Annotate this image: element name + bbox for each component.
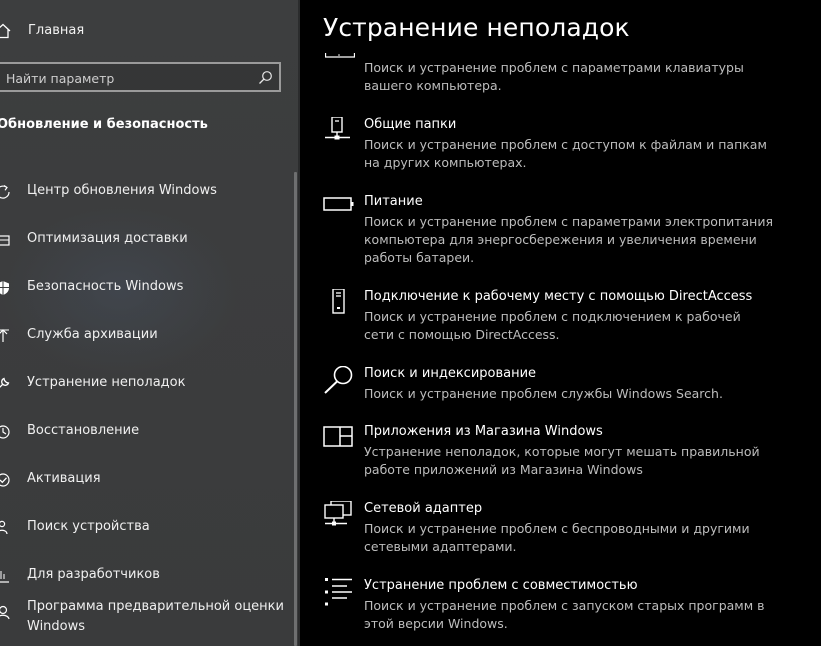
sidebar-item-label: Программа предварительной оценки Windows — [27, 599, 284, 634]
sidebar-item-label: Устранение неполадок — [27, 375, 186, 390]
search-icon[interactable] — [258, 70, 273, 85]
search-icon — [323, 366, 355, 398]
troubleshooter-title: Общие папки — [364, 117, 457, 132]
troubleshooter-power[interactable]: Питание Поиск и устранение проблем с пар… — [300, 194, 821, 268]
keyboard-troubleshooter-description: Поиск и устранение проблем с параметрами… — [364, 60, 744, 93]
troubleshooter-search-indexing[interactable]: Поиск и индексирование Поиск и устранени… — [300, 366, 821, 406]
shield-icon — [0, 279, 12, 297]
troubleshooter-description: Поиск и устранение проблем с доступом к … — [364, 137, 767, 170]
delivery-optimization-icon — [0, 231, 12, 249]
sidebar-item-label: Безопасность Windows — [27, 279, 184, 294]
sidebar-item-delivery-optimization[interactable]: Оптимизация доставки — [0, 219, 290, 259]
troubleshooter-title: Питание — [364, 194, 423, 209]
settings-search-box[interactable] — [0, 62, 281, 92]
sidebar: Главная Обновление и безопасность Центр … — [0, 0, 300, 646]
battery-icon — [323, 194, 355, 226]
sidebar-item-label: Поиск устройства — [27, 519, 150, 534]
insider-icon — [0, 603, 12, 621]
sidebar-item-label: Активация — [27, 471, 101, 486]
developer-icon — [0, 567, 12, 585]
sidebar-item-windows-security[interactable]: Безопасность Windows — [0, 267, 290, 307]
troubleshooter-store-apps[interactable]: Приложения из Магазина Windows Устранени… — [300, 424, 821, 480]
person-location-icon — [0, 519, 12, 537]
troubleshooter-title: Устранение проблем с совместимостью — [364, 578, 638, 593]
check-circle-icon — [0, 471, 12, 489]
troubleshooter-description: Поиск и устранение проблем с запуском ст… — [364, 598, 765, 631]
refresh-icon — [0, 183, 12, 201]
troubleshooter-description: Поиск и устранение проблем с беспроводны… — [364, 521, 750, 554]
settings-window: Главная Обновление и безопасность Центр … — [0, 0, 821, 646]
sidebar-item-label: Служба архивации — [27, 327, 158, 342]
sidebar-item-insider-program[interactable]: Программа предварительной оценки Windows — [0, 595, 290, 641]
home-label: Главная — [28, 23, 85, 38]
section-title: Обновление и безопасность — [0, 117, 208, 132]
troubleshooter-description: Устранение неполадок, которые могут меша… — [364, 444, 760, 477]
page-title: Устранение неполадок — [323, 13, 630, 42]
troubleshooter-description: Поиск и устранение проблем с параметрами… — [364, 214, 773, 265]
shared-folders-icon — [323, 117, 355, 149]
store-apps-icon — [323, 424, 355, 456]
troubleshooter-compatibility[interactable]: Устранение проблем с совместимостью Поис… — [300, 578, 821, 634]
wrench-icon — [0, 375, 12, 393]
sidebar-item-activation[interactable]: Активация — [0, 459, 290, 499]
troubleshooter-title: Сетевой адаптер — [364, 501, 483, 516]
sidebar-scrollbar[interactable] — [294, 172, 297, 646]
troubleshooter-shared-folders[interactable]: Общие папки Поиск и устранение проблем с… — [300, 117, 821, 173]
sidebar-item-backup[interactable]: Служба архивации — [0, 315, 290, 355]
troubleshooter-title: Приложения из Магазина Windows — [364, 424, 603, 439]
home-icon — [0, 22, 12, 40]
sidebar-item-troubleshoot[interactable]: Устранение неполадок — [0, 363, 290, 403]
troubleshooter-title: Подключение к рабочему месту с помощью D… — [364, 289, 753, 304]
network-adapter-icon — [323, 501, 355, 533]
sidebar-item-label: Центр обновления Windows — [27, 183, 217, 198]
sidebar-item-label: Оптимизация доставки — [27, 231, 188, 246]
troubleshooter-description: Поиск и устранение проблем службы Window… — [364, 386, 723, 401]
recovery-icon — [0, 423, 12, 441]
sidebar-item-windows-update[interactable]: Центр обновления Windows — [0, 171, 290, 211]
search-input[interactable] — [6, 69, 246, 87]
sidebar-item-recovery[interactable]: Восстановление — [0, 411, 290, 451]
keyboard-icon — [325, 53, 355, 61]
sidebar-item-find-device[interactable]: Поиск устройства — [0, 507, 290, 547]
sidebar-item-label: Восстановление — [27, 423, 140, 438]
main-content: Устранение неполадок Поиск и устранение … — [300, 0, 821, 646]
troubleshooter-description: Поиск и устранение проблем с подключение… — [364, 309, 741, 342]
directaccess-icon — [323, 289, 355, 321]
sidebar-item-label: Для разработчиков — [27, 567, 160, 582]
troubleshooter-network-adapter[interactable]: Сетевой адаптер Поиск и устранение пробл… — [300, 501, 821, 557]
home-link[interactable]: Главная — [0, 18, 200, 44]
sidebar-item-developers[interactable]: Для разработчиков — [0, 555, 290, 595]
troubleshooter-directaccess[interactable]: Подключение к рабочему месту с помощью D… — [300, 289, 821, 345]
backup-arrow-icon — [0, 327, 12, 345]
compatibility-icon — [323, 578, 355, 610]
troubleshooter-title: Поиск и индексирование — [364, 366, 537, 381]
